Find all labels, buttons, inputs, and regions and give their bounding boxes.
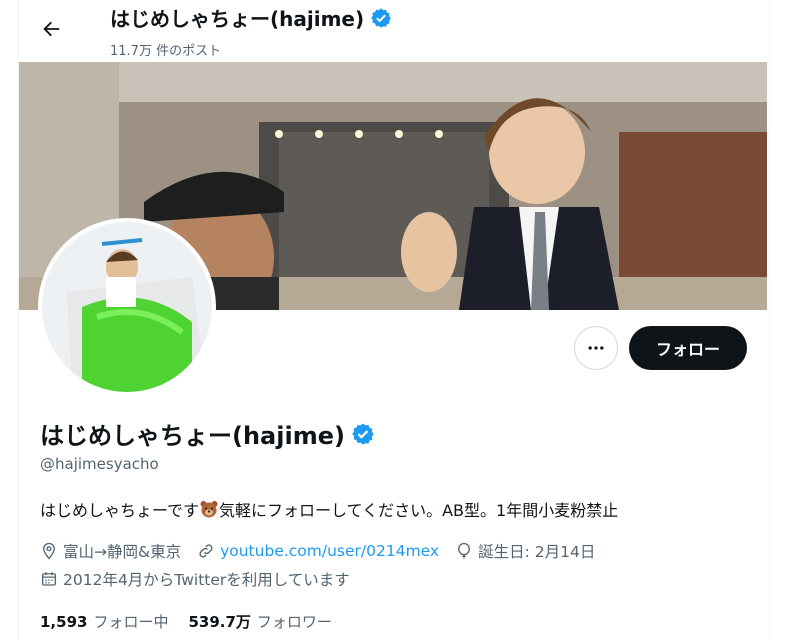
location-text: 富山→静岡&東京 <box>63 543 182 561</box>
calendar-icon <box>41 572 57 586</box>
header-name: はじめしゃちょー(hajime) <box>110 7 365 31</box>
profile-handle: @hajimesyacho <box>40 455 159 473</box>
post-count: 11.7万 件のポスト <box>110 44 222 59</box>
bio-text-start: はじめしゃちょーです <box>40 501 200 520</box>
profile-meta: 富山→静岡&東京 youtube.com/user/0214mex 誕生日: 2… <box>40 540 595 562</box>
more-icon <box>588 346 604 350</box>
followers-count: 539.7万 <box>188 613 251 631</box>
bear-emoji-icon <box>200 501 218 518</box>
birthday-text: 誕生日: 2月14日 <box>478 543 596 561</box>
following-count: 1,593 <box>40 613 88 631</box>
back-arrow-icon <box>43 21 60 37</box>
back-button[interactable] <box>34 12 68 46</box>
follow-stats: 1,593 フォロー中 539.7万 フォロワー <box>40 611 332 632</box>
header-title: はじめしゃちょー(hajime) <box>110 3 392 32</box>
joined-text: 2012年4月からTwitterを利用しています <box>63 571 350 589</box>
profile-bio: はじめしゃちょーです 気軽にフォローしてください。AB型。1年間小麦粉禁止 <box>40 497 618 521</box>
balloon-icon <box>458 542 471 559</box>
joined-item: 2012年4月からTwitterを利用しています <box>40 568 350 590</box>
more-options-button[interactable] <box>574 326 618 370</box>
website-link[interactable]: youtube.com/user/0214mex <box>220 542 439 560</box>
profile-avatar[interactable] <box>38 218 216 396</box>
followers-label: フォロワー <box>256 613 332 631</box>
profile-name: はじめしゃちょー(hajime) <box>40 416 375 451</box>
location-item: 富山→静岡&東京 <box>40 540 181 562</box>
bio-text-end: 気軽にフォローしてください。AB型。1年間小麦粉禁止 <box>219 501 619 520</box>
display-name: はじめしゃちょー(hajime) <box>40 422 345 450</box>
following-label: フォロー中 <box>93 613 169 631</box>
follow-button[interactable]: フォロー <box>629 326 747 370</box>
followers-link[interactable]: 539.7万 フォロワー <box>188 611 331 632</box>
verified-badge-icon <box>371 7 392 28</box>
location-icon <box>43 542 55 560</box>
following-link[interactable]: 1,593 フォロー中 <box>40 611 168 632</box>
birthday-item: 誕生日: 2月14日 <box>455 540 595 562</box>
link-icon <box>199 544 213 558</box>
profile-meta-joined: 2012年4月からTwitterを利用しています <box>40 568 350 590</box>
verified-badge-icon[interactable] <box>351 422 375 446</box>
website-item[interactable]: youtube.com/user/0214mex <box>197 542 439 560</box>
